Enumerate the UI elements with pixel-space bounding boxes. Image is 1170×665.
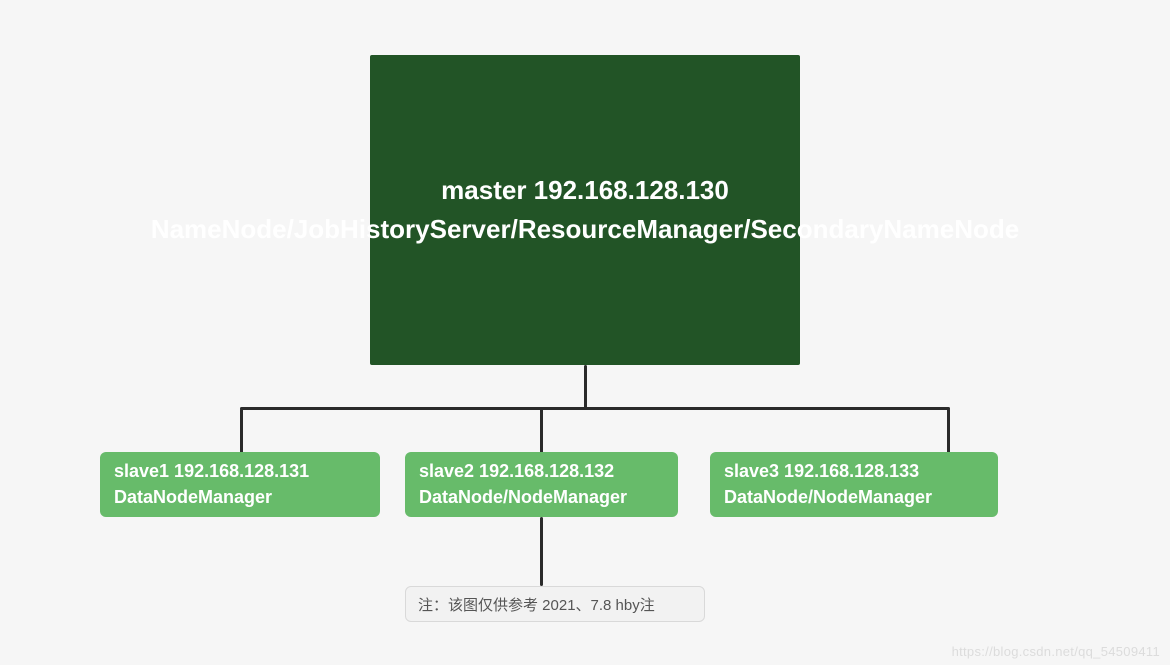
slave2-node: slave2 192.168.128.132 DataNode/NodeMana… (405, 452, 678, 517)
connector-to-slave3 (947, 407, 950, 452)
connector-to-slave2 (540, 410, 543, 452)
slave2-node-label: slave2 192.168.128.132 DataNode/NodeMana… (419, 459, 664, 509)
note-node: 注：该图仅供参考 2021、7.8 hby注 (405, 586, 705, 622)
connector-horizontal (240, 407, 950, 410)
connector-to-slave1 (240, 407, 243, 452)
master-node-label: master 192.168.128.130 NameNode/JobHisto… (151, 171, 1019, 249)
connector-slave2-to-note (540, 517, 543, 586)
slave3-node-label: slave3 192.168.128.133 DataNode/NodeMana… (724, 459, 984, 509)
master-node: master 192.168.128.130 NameNode/JobHisto… (370, 55, 800, 365)
watermark-text: https://blog.csdn.net/qq_54509411 (952, 644, 1160, 659)
slave1-node: slave1 192.168.128.131 DataNodeManager (100, 452, 380, 517)
slave3-node: slave3 192.168.128.133 DataNode/NodeMana… (710, 452, 998, 517)
slave1-node-label: slave1 192.168.128.131 DataNodeManager (114, 459, 366, 509)
note-node-label: 注：该图仅供参考 2021、7.8 hby注 (418, 594, 655, 615)
connector-master-down (584, 365, 587, 410)
diagram-canvas: master 192.168.128.130 NameNode/JobHisto… (0, 0, 1170, 665)
